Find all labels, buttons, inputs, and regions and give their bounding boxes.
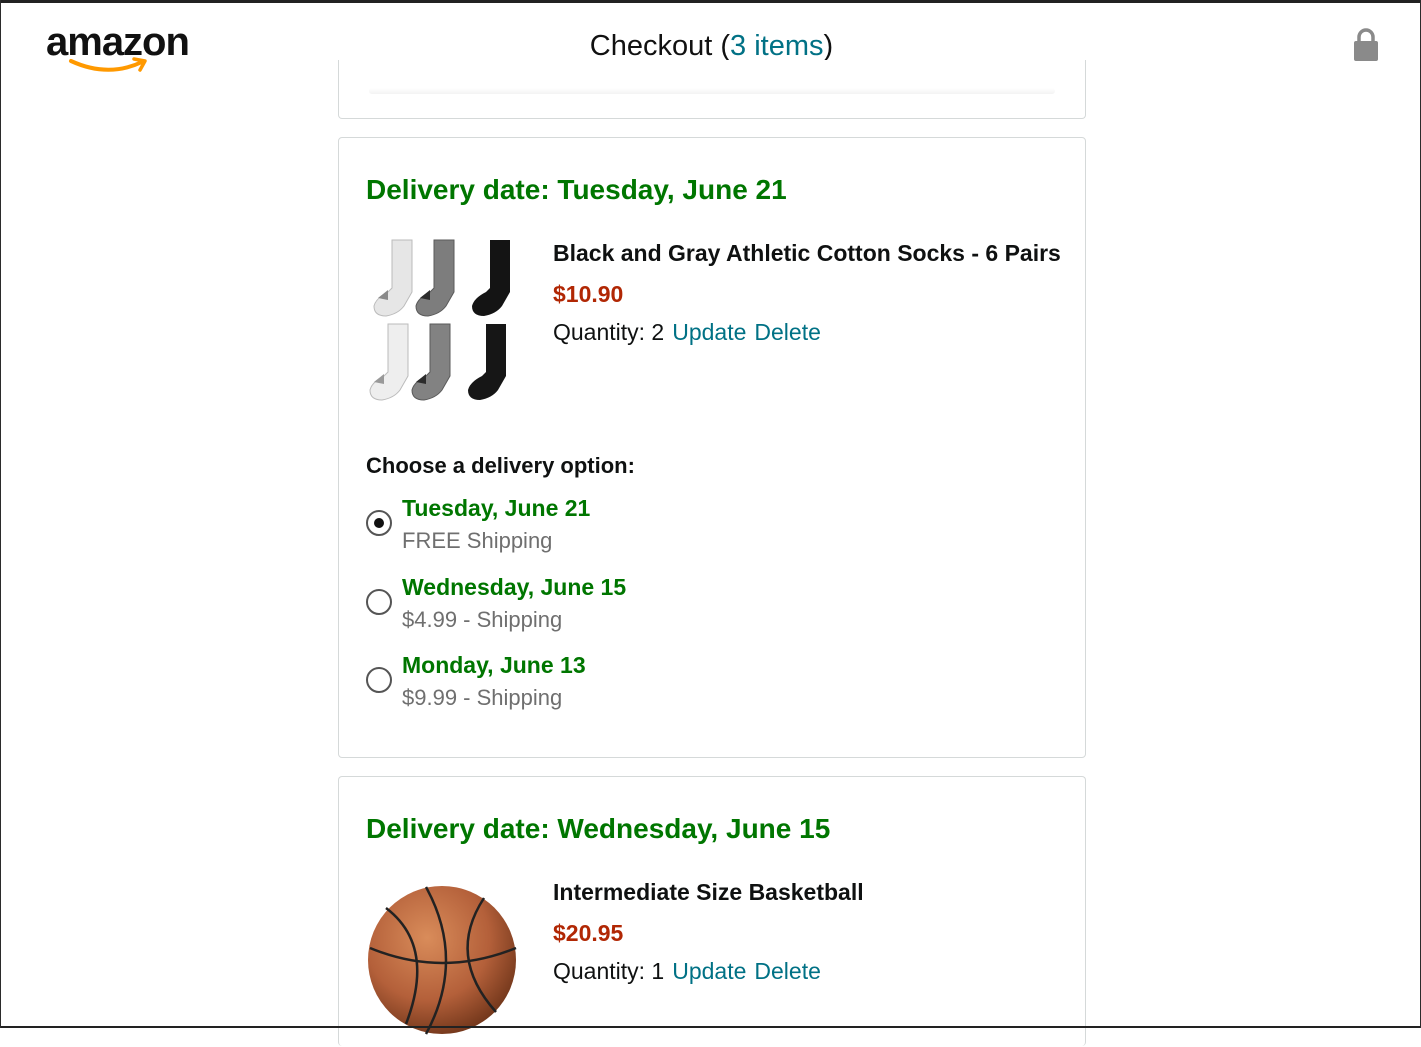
socks-product-image [369, 239, 510, 401]
product-name: Intermediate Size Basketball [553, 879, 864, 905]
product-name: Black and Gray Athletic Cotton Socks - 6… [553, 240, 1061, 266]
top-edge [1, 0, 1420, 3]
product-price: $10.90 [553, 281, 624, 307]
delivery-date-heading: Delivery date: Wednesday, June 15 [366, 813, 831, 844]
update-quantity-link[interactable]: Update [672, 319, 746, 345]
card-bottom-shadow [369, 88, 1055, 94]
delivery-date-heading: Delivery date: Tuesday, June 21 [366, 174, 787, 205]
checkout-title-close: ) [823, 30, 834, 62]
delivery-option-shipping: $4.99 - Shipping [402, 607, 563, 632]
delivery-option-3[interactable]: Monday, June 13 $9.99 - Shipping [366, 652, 766, 716]
quantity-label: Quantity: 2 [553, 319, 665, 345]
delivery-option-1[interactable]: Tuesday, June 21 FREE Shipping [366, 495, 766, 559]
radio-button[interactable] [366, 667, 392, 693]
delivery-option-heading: Choose a delivery option: [366, 453, 635, 478]
radio-button-selected[interactable] [366, 510, 392, 536]
items-count-link[interactable]: 3 items [730, 30, 823, 62]
order-card-basketball: Delivery date: Wednesday, June 15 Interm… [338, 776, 1086, 1046]
delivery-option-date: Wednesday, June 15 [402, 574, 627, 600]
previous-order-card [338, 60, 1086, 119]
quantity-label: Quantity: 1 [553, 958, 665, 984]
checkout-title: Checkout (3 items) [1, 30, 1421, 63]
delivery-option-date: Monday, June 13 [402, 652, 586, 678]
lock-icon [1354, 28, 1378, 61]
delivery-option-2[interactable]: Wednesday, June 15 $4.99 - Shipping [366, 574, 766, 638]
product-price: $20.95 [553, 920, 624, 946]
delivery-option-shipping: $9.99 - Shipping [402, 685, 563, 710]
delete-item-link[interactable]: Delete [754, 958, 820, 984]
delete-item-link[interactable]: Delete [754, 319, 820, 345]
quantity-row: Quantity: 1 Update Delete [553, 958, 821, 985]
radio-button[interactable] [366, 589, 392, 615]
delivery-option-date: Tuesday, June 21 [402, 495, 591, 521]
update-quantity-link[interactable]: Update [672, 958, 746, 984]
delivery-option-shipping: FREE Shipping [402, 528, 553, 553]
order-card-socks: Delivery date: Tuesday, June 21 Black an… [338, 137, 1086, 758]
quantity-row: Quantity: 2 Update Delete [553, 319, 821, 346]
basketball-product-image [368, 886, 517, 1035]
checkout-title-text: Checkout ( [589, 30, 731, 62]
